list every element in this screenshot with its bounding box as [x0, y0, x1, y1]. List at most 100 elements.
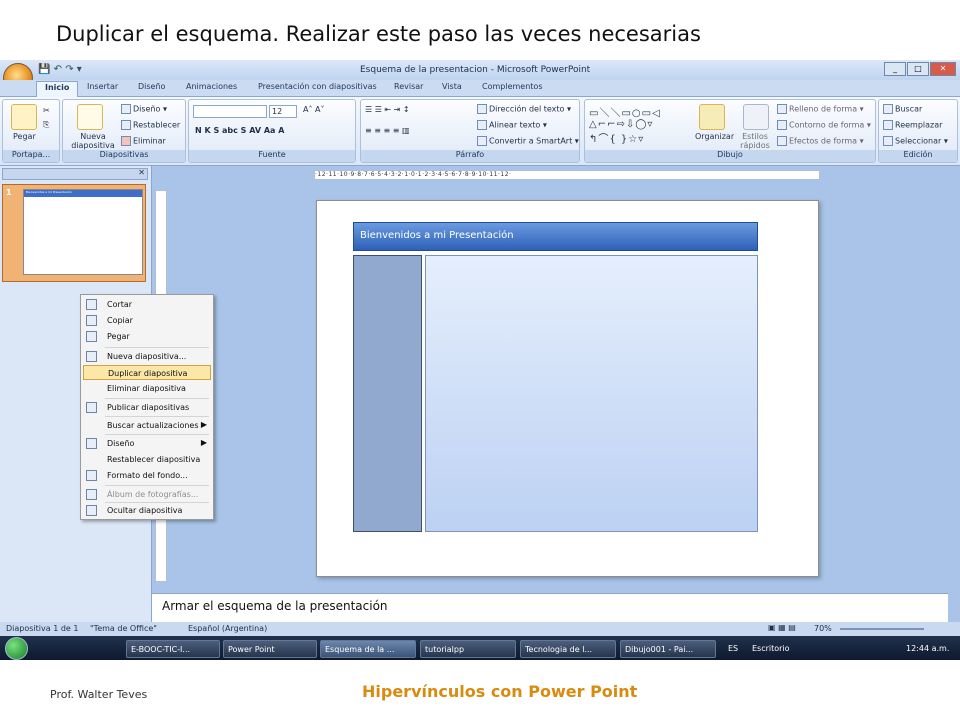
group-label: Dibujo [585, 150, 875, 162]
tab-insertar[interactable]: Insertar [87, 82, 118, 91]
menu-publish-slides[interactable]: Publicar diapositivas [83, 400, 211, 415]
publish-icon [86, 402, 97, 413]
paste-icon[interactable] [11, 104, 37, 130]
ribbon: Pegar ✂ ⎘ Portapa... Nueva diapositiva D… [0, 97, 960, 166]
smartart-icon [477, 136, 487, 146]
menu-format-background[interactable]: Formato del fondo... [83, 468, 211, 483]
quick-access-toolbar[interactable]: 💾 ↶ ↷ ▾ [38, 64, 82, 75]
zoom-slider[interactable] [840, 628, 924, 630]
slide-canvas[interactable]: Bienvenidos a mi Presentación [316, 200, 819, 577]
menu-reset-slide[interactable]: Restablecer diapositiva [83, 452, 211, 467]
menu-layout[interactable]: Diseño ▶ [83, 436, 211, 451]
window-title: Esquema de la presentacion - Microsoft P… [360, 65, 591, 75]
maximize-button[interactable]: □ [907, 62, 929, 76]
smartart-button[interactable]: Convertir a SmartArt ▾ [477, 136, 579, 146]
align-text-button[interactable]: Alinear texto ▾ [477, 120, 547, 130]
title-bar: 💾 ↶ ↷ ▾ Esquema de la presentacion - Mic… [0, 60, 960, 93]
minimize-button[interactable]: _ [884, 62, 906, 76]
align-icons[interactable]: ≡ ≡ ≡ ≡ ▥ [365, 126, 410, 135]
paste-icon [86, 331, 97, 342]
quick-styles-icon[interactable] [743, 104, 769, 130]
notes-pane[interactable]: Armar el esquema de la presentación [152, 593, 948, 622]
menu-delete-slide[interactable]: Eliminar diapositiva [83, 381, 211, 396]
powerpoint-window: 💾 ↶ ↷ ▾ Esquema de la presentacion - Mic… [0, 60, 960, 660]
thumbnail-title: Bienvenidos a mi Presentación [24, 190, 142, 197]
text-direction-icon [477, 104, 487, 114]
shapes-gallery[interactable]: ▭＼＼▭○▭◁ △⌐⌐⇨⇩◯▿ ↰⌒{ }☆▿ [589, 104, 661, 145]
select-button[interactable]: Seleccionar ▾ [883, 136, 948, 146]
format-buttons[interactable]: N K S abc S AV Aa A [195, 126, 284, 135]
font-grow-icon[interactable]: A˄ A˅ [303, 105, 325, 114]
text-direction-button[interactable]: Dirección del texto ▾ [477, 104, 571, 114]
close-button[interactable]: ✕ [930, 62, 956, 76]
group-label: Párrafo [361, 150, 579, 162]
tab-animaciones[interactable]: Animaciones [186, 82, 237, 91]
slide-title-box[interactable]: Bienvenidos a mi Presentación [353, 222, 758, 251]
binoculars-icon [883, 104, 893, 114]
panel-tabs[interactable] [2, 168, 148, 180]
taskbar-item-tutorialpp[interactable]: tutorialpp [420, 640, 516, 658]
replace-button[interactable]: Reemplazar [883, 120, 942, 130]
context-menu: Cortar Copiar Pegar Nueva diapositiva...… [80, 294, 214, 520]
quick-styles-button[interactable]: Estilos rápidos [735, 132, 775, 150]
taskbar-item-esquema[interactable]: Esquema de la ... [320, 640, 416, 658]
taskbar-item-dibujo[interactable]: Dibujo001 - Pai... [620, 640, 716, 658]
group-edicion: Buscar Reemplazar Seleccionar ▾ Edición [878, 99, 958, 163]
horizontal-ruler: ·12·11·10·9·8·7·6·5·4·3·2·1·0·1·2·3·4·5·… [314, 170, 820, 180]
shape-effects-icon [777, 136, 787, 146]
reset-button[interactable]: Restablecer [121, 120, 180, 130]
menu-new-slide[interactable]: Nueva diapositiva... [83, 349, 211, 364]
layout-button[interactable]: Diseño ▾ [121, 104, 167, 114]
find-button[interactable]: Buscar [883, 104, 922, 114]
tab-presentacion[interactable]: Presentación con diapositivas [258, 82, 377, 91]
tab-complementos[interactable]: Complementos [482, 82, 542, 91]
layout-icon [86, 438, 97, 449]
shape-fill-button[interactable]: Relleno de forma ▾ [777, 104, 864, 114]
menu-check-updates[interactable]: Buscar actualizaciones ▶ [83, 418, 211, 433]
font-name-field[interactable] [193, 105, 267, 118]
language-indicator[interactable]: ES [728, 644, 738, 653]
taskbar-item-tecnologia[interactable]: Tecnologia de l... [520, 640, 616, 658]
tab-inicio[interactable]: Inicio [36, 81, 79, 97]
taskbar-item-powerpoint[interactable]: Power Point [223, 640, 317, 658]
panel-close-icon[interactable]: ✕ [138, 168, 145, 177]
arrange-button[interactable]: Organizar [695, 132, 734, 141]
paste-button[interactable]: Pegar [13, 132, 36, 141]
taskbar: E-BOOC-TIC-I... Power Point Esquema de l… [0, 636, 960, 660]
group-parrafo: ☰ ☰ ⇤ ⇥ ↕ ≡ ≡ ≡ ≡ ▥ Dirección del texto … [360, 99, 580, 163]
shape-effects-button[interactable]: Efectos de forma ▾ [777, 136, 864, 146]
desktop-toolbar[interactable]: Escritorio [752, 644, 790, 653]
menu-duplicate-slide[interactable]: Duplicar diapositiva [83, 365, 211, 380]
view-buttons[interactable]: ▣ ▦ ▤ [768, 623, 796, 632]
slide-thumbnail[interactable]: 1 Bienvenidos a mi Presentación [2, 184, 146, 282]
new-slide-icon[interactable] [77, 104, 103, 130]
new-slide-icon [86, 351, 97, 362]
bullets-icon[interactable]: ☰ ☰ ⇤ ⇥ ↕ [365, 105, 410, 114]
group-fuente: 12 A˄ A˅ N K S abc S AV Aa A Fuente [188, 99, 356, 163]
tab-vista[interactable]: Vista [442, 82, 462, 91]
start-button[interactable] [5, 637, 28, 660]
delete-button[interactable]: Eliminar [121, 136, 166, 146]
right-content-shape[interactable] [425, 255, 758, 532]
shape-outline-icon [777, 120, 787, 130]
submenu-arrow-icon: ▶ [200, 438, 207, 447]
font-size-field[interactable]: 12 [269, 105, 297, 118]
tab-diseno[interactable]: Diseño [138, 82, 165, 91]
tab-revisar[interactable]: Revisar [394, 82, 423, 91]
new-slide-button[interactable]: Nueva diapositiva [67, 132, 119, 150]
menu-cut[interactable]: Cortar [83, 297, 211, 312]
menu-hide-slide[interactable]: Ocultar diapositiva [83, 503, 211, 518]
arrange-icon[interactable] [699, 104, 725, 130]
copy-icon[interactable]: ⎘ [43, 120, 49, 130]
copy-icon [86, 315, 97, 326]
left-column-shape[interactable] [353, 255, 422, 532]
taskbar-item-ebooc[interactable]: E-BOOC-TIC-I... [126, 640, 220, 658]
shape-outline-button[interactable]: Contorno de forma ▾ [777, 120, 871, 130]
layout-icon [121, 104, 131, 114]
menu-paste[interactable]: Pegar [83, 329, 211, 344]
menu-copy[interactable]: Copiar [83, 313, 211, 328]
clock: 12:44 a.m. [906, 644, 950, 653]
zoom-level[interactable]: 70% [814, 624, 832, 633]
cut-icon[interactable]: ✂ [43, 106, 50, 115]
menu-photo-album[interactable]: Álbum de fotografías... [83, 487, 211, 502]
